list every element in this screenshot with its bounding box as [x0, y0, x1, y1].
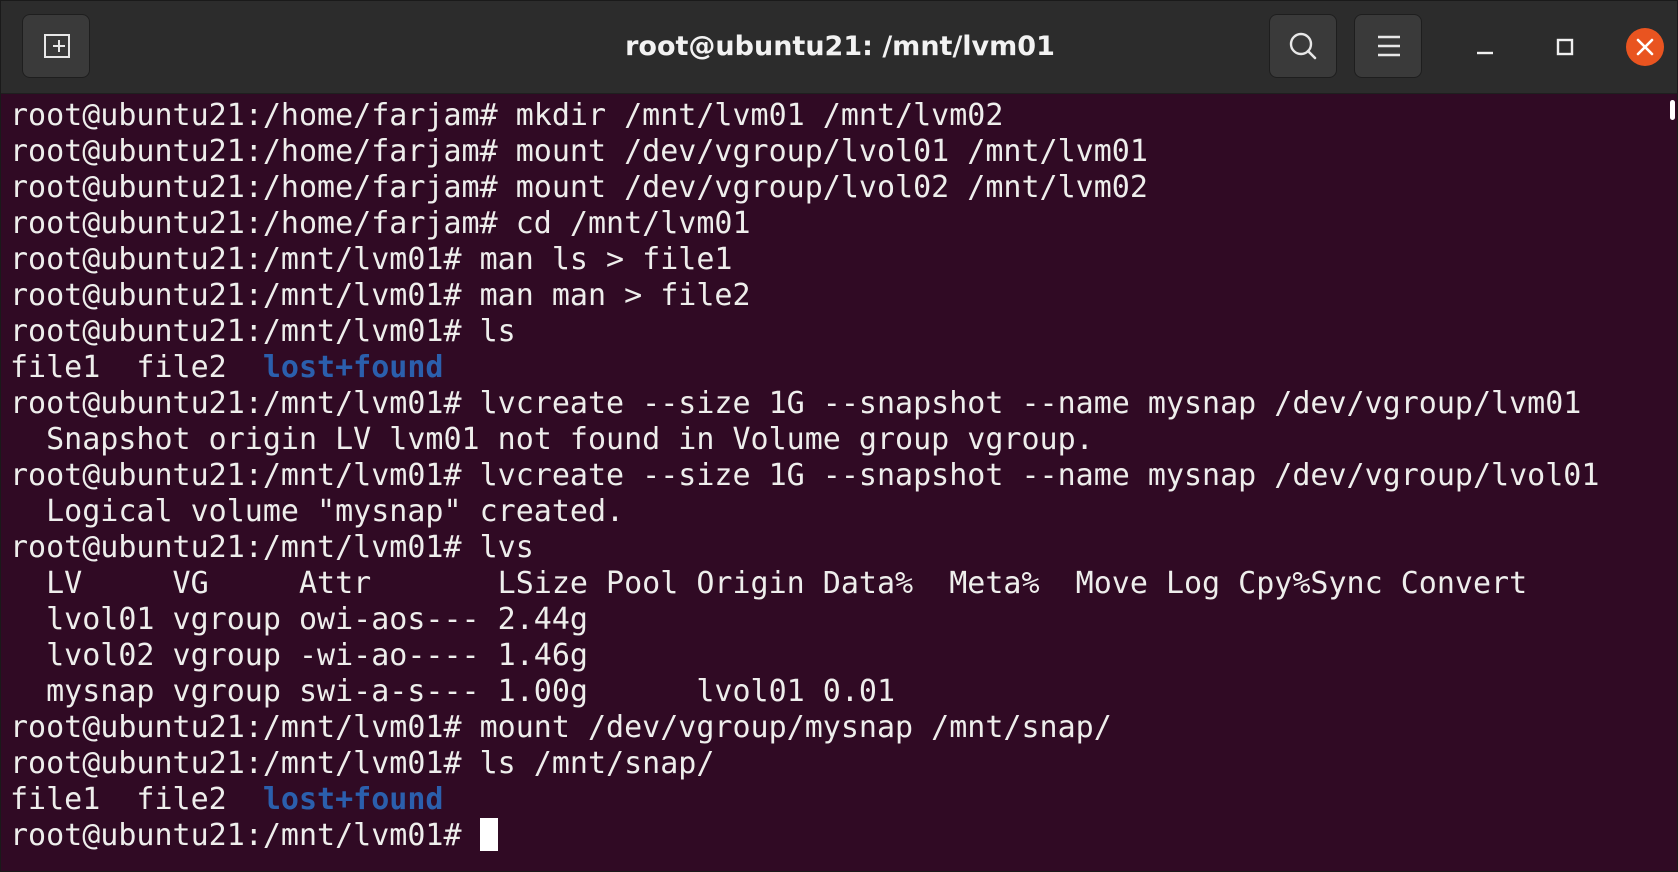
terminal-text: root@ubuntu21:/mnt/lvm01# man man > file…	[10, 278, 751, 313]
terminal-line: Snapshot origin LV lvm01 not found in Vo…	[10, 422, 1660, 458]
terminal-text: root@ubuntu21:/mnt/lvm01# ls	[10, 314, 516, 349]
terminal-text: lvol02 vgroup -wi-ao---- 1.46g	[10, 638, 588, 673]
search-icon	[1289, 32, 1317, 60]
terminal-text: root@ubuntu21:/mnt/lvm01# lvcreate --siz…	[10, 458, 1600, 493]
terminal-text: lvol01 vgroup owi-aos--- 2.44g	[10, 602, 588, 637]
terminal-line: lvol01 vgroup owi-aos--- 2.44g	[10, 602, 1660, 638]
terminal-line: root@ubuntu21:/mnt/lvm01# lvcreate --siz…	[10, 386, 1660, 422]
terminal-text: root@ubuntu21:/mnt/lvm01# ls /mnt/snap/	[10, 746, 715, 781]
terminal-text: root@ubuntu21:/home/farjam# mkdir /mnt/l…	[10, 98, 1004, 133]
terminal-line: root@ubuntu21:/home/farjam# mount /dev/v…	[10, 170, 1660, 206]
terminal-line: root@ubuntu21:/mnt/lvm01# lvcreate --siz…	[10, 458, 1660, 494]
terminal-line: root@ubuntu21:/home/farjam# mount /dev/v…	[10, 134, 1660, 170]
maximize-icon[interactable]	[1545, 27, 1585, 67]
terminal-line: root@ubuntu21:/mnt/lvm01# ls /mnt/snap/	[10, 746, 1660, 782]
terminal-text: root@ubuntu21:/home/farjam# mount /dev/v…	[10, 170, 1148, 205]
terminal-line: root@ubuntu21:/home/farjam# mkdir /mnt/l…	[10, 98, 1660, 134]
window-title: root@ubuntu21: /mnt/lvm01	[625, 31, 1055, 62]
terminal-line: root@ubuntu21:/mnt/lvm01# lvs	[10, 530, 1660, 566]
terminal-line: lvol02 vgroup -wi-ao---- 1.46g	[10, 638, 1660, 674]
search-button[interactable]	[1269, 14, 1337, 78]
directory-name: lost+found	[262, 350, 444, 385]
terminal-line: root@ubuntu21:/mnt/lvm01# mount /dev/vgr…	[10, 710, 1660, 746]
terminal-text: Snapshot origin LV lvm01 not found in Vo…	[10, 422, 1094, 457]
terminal-line: file1 file2 lost+found	[10, 782, 1660, 818]
terminal-text: root@ubuntu21:/home/farjam# cd /mnt/lvm0…	[10, 206, 751, 241]
terminal-text: mysnap vgroup swi-a-s--- 1.00g lvol01 0.…	[10, 674, 896, 709]
terminal-text: Logical volume "mysnap" created.	[10, 494, 625, 529]
hamburger-menu-icon	[1378, 35, 1400, 57]
terminal-line: Logical volume "mysnap" created.	[10, 494, 1660, 530]
terminal-text: root@ubuntu21:/mnt/lvm01# lvcreate --siz…	[10, 386, 1582, 421]
close-icon	[1636, 38, 1654, 56]
terminal-text: root@ubuntu21:/mnt/lvm01#	[10, 818, 480, 853]
menu-button[interactable]	[1354, 14, 1422, 78]
terminal-text: LV VG Attr LSize Pool Origin Data% Meta%…	[10, 566, 1528, 601]
title-bar[interactable]: root@ubuntu21: /mnt/lvm01	[1, 1, 1677, 94]
terminal-text: root@ubuntu21:/mnt/lvm01# mount /dev/vgr…	[10, 710, 1112, 745]
minimize-icon[interactable]	[1465, 27, 1505, 67]
terminal-line: mysnap vgroup swi-a-s--- 1.00g lvol01 0.…	[10, 674, 1660, 710]
terminal-line: root@ubuntu21:/mnt/lvm01# man ls > file1	[10, 242, 1660, 278]
close-button[interactable]	[1626, 28, 1664, 66]
terminal-line: file1 file2 lost+found	[10, 350, 1660, 386]
terminal-line: LV VG Attr LSize Pool Origin Data% Meta%…	[10, 566, 1660, 602]
terminal-line: root@ubuntu21:/mnt/lvm01# ls	[10, 314, 1660, 350]
terminal-line: root@ubuntu21:/home/farjam# cd /mnt/lvm0…	[10, 206, 1660, 242]
scrollbar[interactable]	[1669, 94, 1677, 864]
terminal-line: root@ubuntu21:/mnt/lvm01# man man > file…	[10, 278, 1660, 314]
terminal-text: root@ubuntu21:/mnt/lvm01# man ls > file1	[10, 242, 733, 277]
terminal-text: file1 file2	[10, 350, 263, 385]
text-cursor	[479, 818, 498, 851]
terminal-text: root@ubuntu21:/mnt/lvm01# lvs	[10, 530, 534, 565]
scrollbar-thumb[interactable]	[1670, 100, 1675, 120]
terminal-output[interactable]: root@ubuntu21:/home/farjam# mkdir /mnt/l…	[10, 98, 1660, 868]
directory-name: lost+found	[262, 782, 444, 817]
terminal-text: file1 file2	[10, 782, 263, 817]
new-tab-button[interactable]	[22, 14, 90, 78]
terminal-line: root@ubuntu21:/mnt/lvm01#	[10, 818, 1660, 854]
new-tab-icon	[44, 34, 70, 58]
terminal-window: root@ubuntu21: /mnt/lvm01 root@ubuntu21:…	[0, 0, 1678, 872]
terminal-text: root@ubuntu21:/home/farjam# mount /dev/v…	[10, 134, 1148, 169]
